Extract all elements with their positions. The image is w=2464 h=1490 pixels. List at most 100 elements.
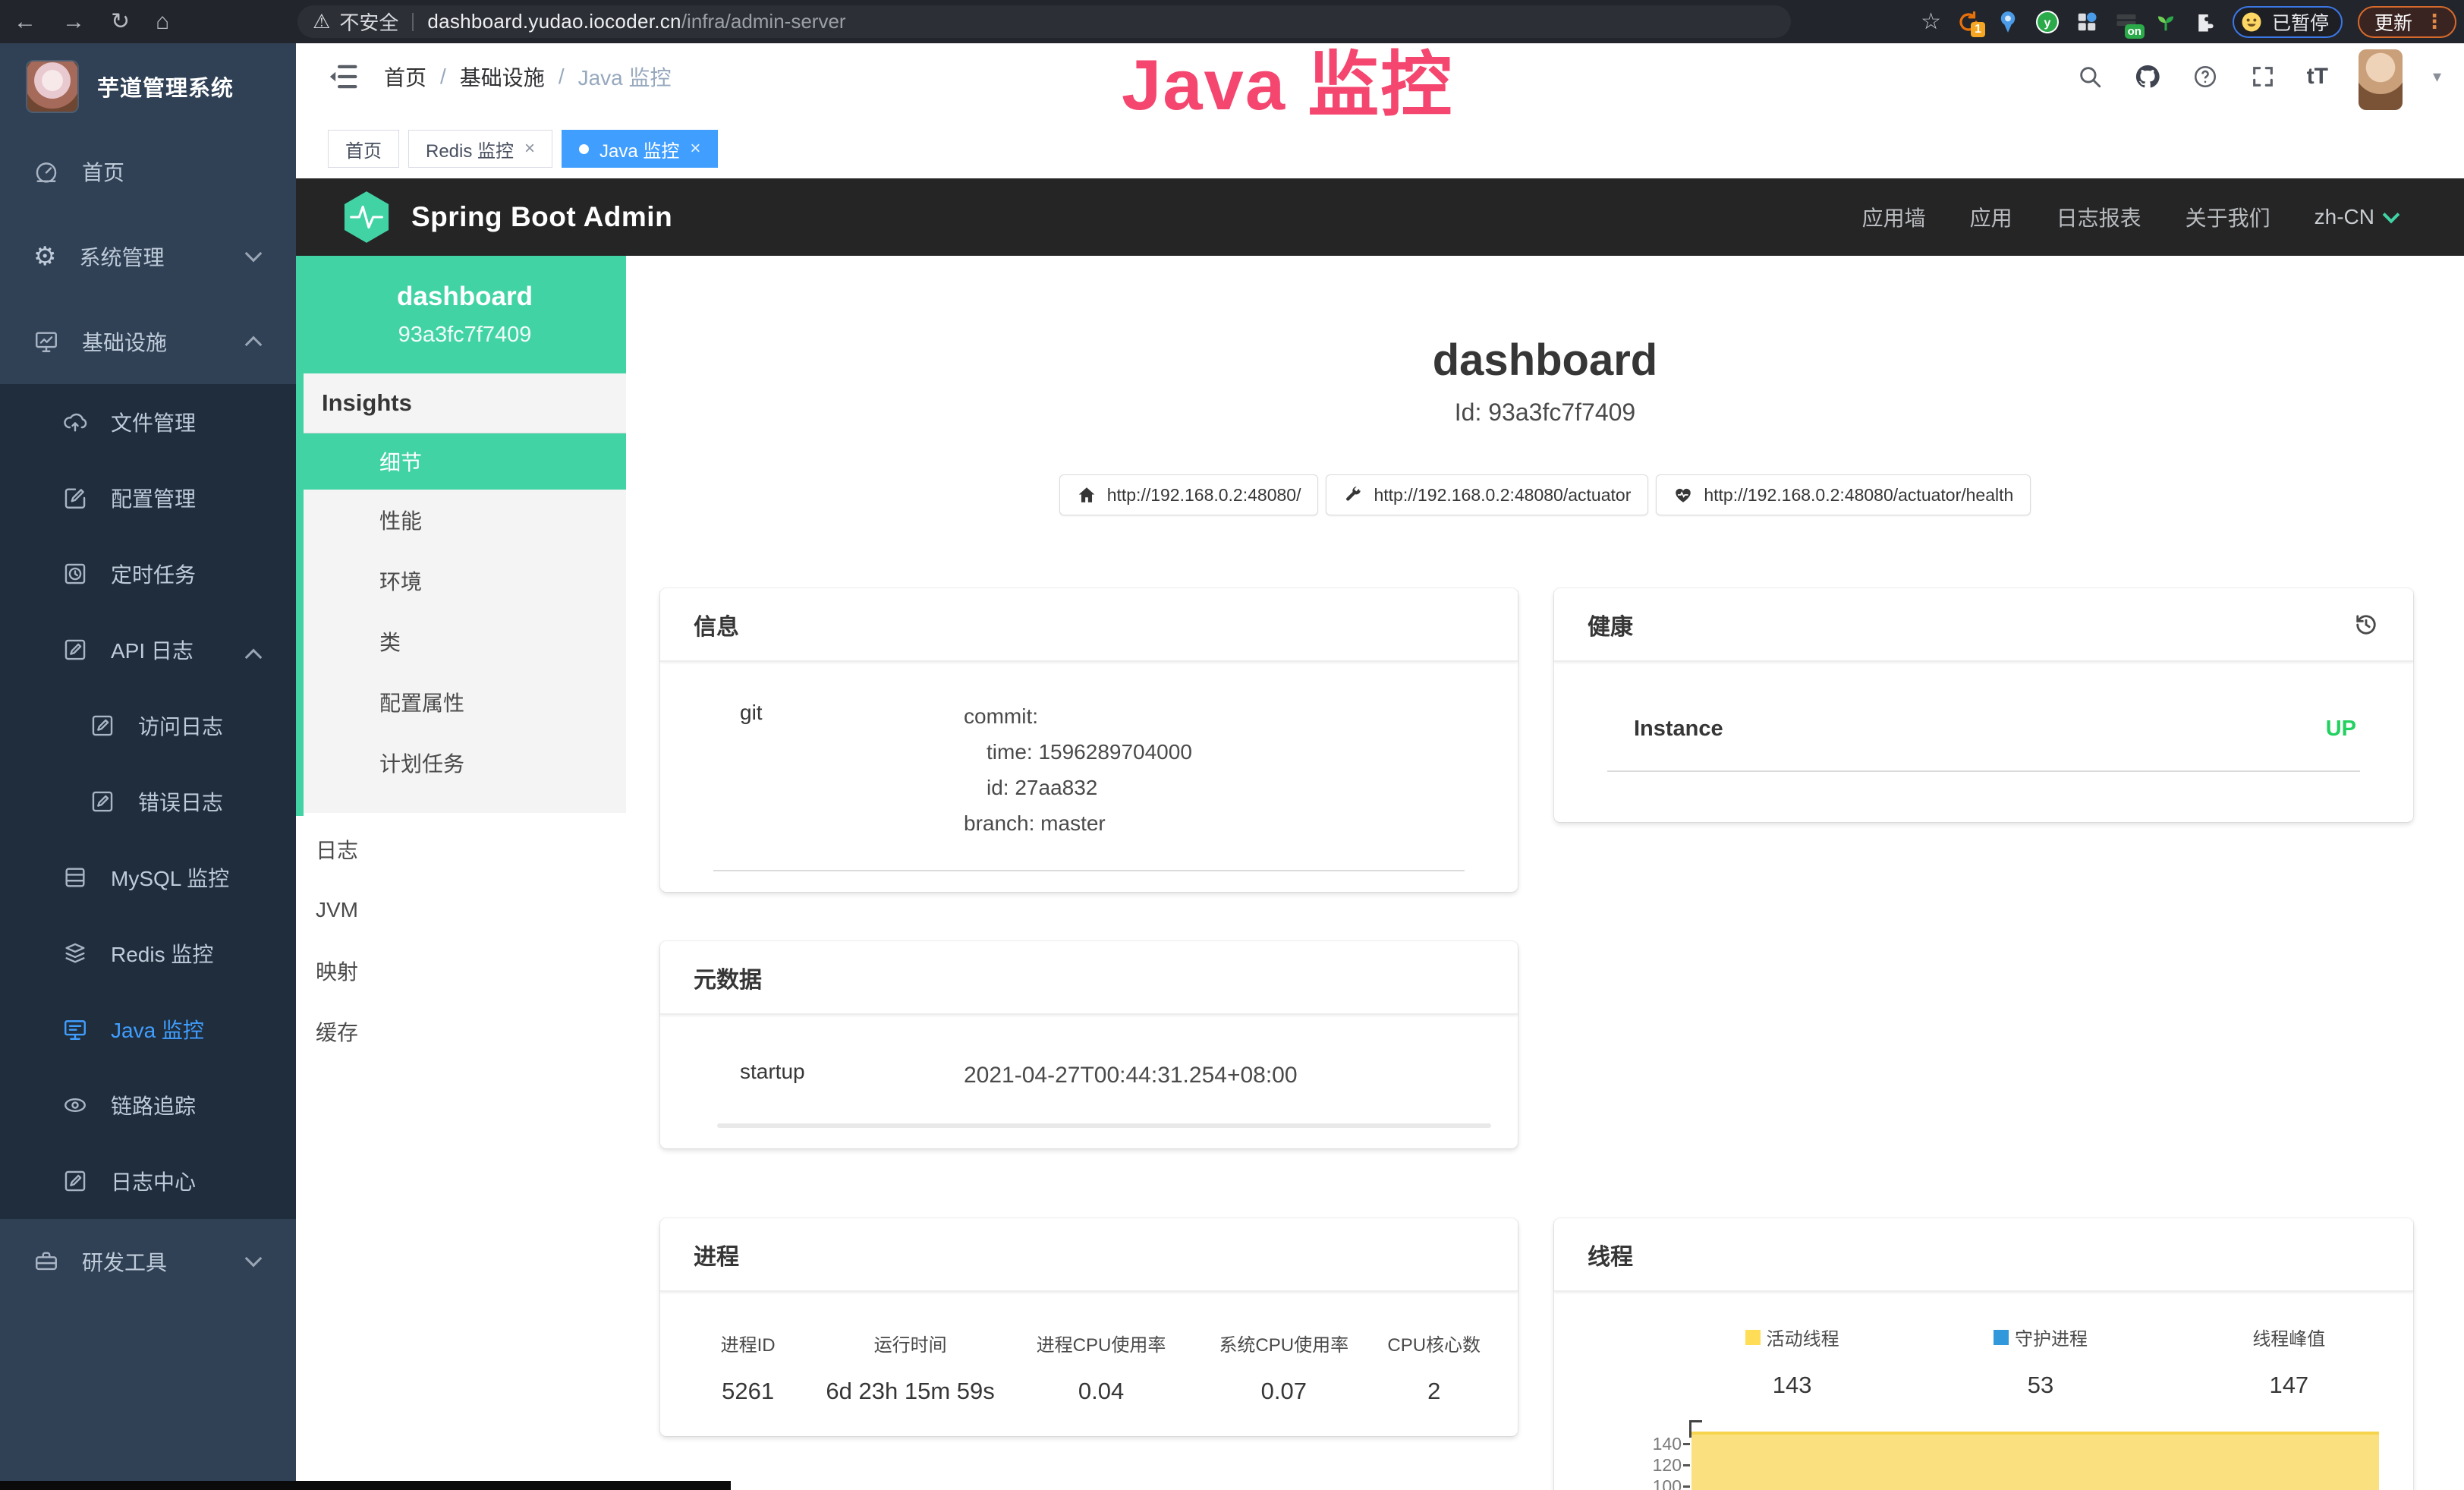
process-value: 6d 23h 15m 59s — [813, 1378, 1008, 1405]
sidebar-item-label: 错误日志 — [138, 786, 223, 817]
sba-logo-icon[interactable] — [343, 191, 390, 244]
back-icon[interactable]: ← — [14, 9, 36, 35]
health-url-button[interactable]: http://192.168.0.2:48080/actuator/health — [1656, 474, 2031, 515]
sidebar-item-redis-monitor[interactable]: Redis 监控 — [0, 915, 296, 991]
sidebar-item-label: API 日志 — [111, 635, 194, 665]
sidebar-item-file-manage[interactable]: 文件管理 — [0, 384, 296, 460]
app-sidebar: 芋道管理系统 首页 ⚙ 系统管理 基础设施 文件管理 配置管理 — [0, 43, 296, 1490]
address-bar[interactable]: ⚠ 不安全 dashboard.yudao.iocoder.cn /infra/… — [297, 5, 1791, 38]
instance-header[interactable]: dashboard 93a3fc7f7409 — [304, 256, 626, 373]
pin-extension-icon[interactable] — [1996, 10, 2020, 34]
search-icon[interactable] — [2076, 63, 2104, 90]
service-url-button[interactable]: http://192.168.0.2:48080/ — [1059, 474, 1319, 515]
sidebar-item-system[interactable]: ⚙ 系统管理 — [0, 214, 296, 299]
menu-item-classes[interactable]: 类 — [304, 611, 626, 672]
menu-item-metrics[interactable]: 性能 — [304, 490, 626, 550]
breadcrumb-home[interactable]: 首页 — [384, 61, 426, 92]
sidebar-item-mysql-monitor[interactable]: MySQL 监控 — [0, 840, 296, 915]
menu-item-jvm[interactable]: JVM — [296, 880, 626, 940]
history-icon[interactable] — [2352, 611, 2380, 638]
sprout-extension-icon[interactable] — [2154, 10, 2178, 34]
live-threads-area — [1691, 1432, 2379, 1490]
on-badge: on — [2125, 24, 2145, 39]
menu-item-logging[interactable]: 日志 — [296, 819, 626, 880]
threads-area-chart: 140 120 100 — [1554, 1417, 2413, 1490]
font-size-icon[interactable]: tT — [2307, 64, 2328, 90]
github-icon[interactable] — [2134, 63, 2161, 90]
browser-menu-icon[interactable]: ⋮ — [2425, 10, 2444, 33]
home-icon[interactable]: ⌂ — [156, 9, 169, 35]
fullscreen-icon[interactable] — [2249, 63, 2277, 90]
security-label[interactable]: 不安全 — [339, 8, 398, 36]
layers-icon — [62, 940, 88, 966]
tab-redis-monitor[interactable]: Redis 监控 × — [408, 130, 552, 168]
sidebar-item-api-logs[interactable]: API 日志 — [0, 612, 296, 688]
sidebar-item-tracing[interactable]: 链路追踪 — [0, 1067, 296, 1143]
menu-item-environment[interactable]: 环境 — [304, 550, 626, 611]
actuator-url: http://192.168.0.2:48080/actuator — [1374, 485, 1631, 506]
bookmark-star-icon[interactable]: ☆ — [1921, 8, 1941, 35]
tab-java-monitor[interactable]: Java 监控 × — [562, 130, 718, 168]
sba-brand[interactable]: Spring Boot Admin — [411, 201, 672, 233]
grid-extension-icon[interactable] — [2075, 10, 2099, 34]
update-button[interactable]: 更新 ⋮ — [2358, 6, 2456, 38]
refresh-extension-icon[interactable]: 1 — [1956, 10, 1981, 34]
actuator-url-button[interactable]: http://192.168.0.2:48080/actuator — [1326, 474, 1648, 515]
menu-item-scheduled-tasks[interactable]: 计划任务 — [304, 732, 626, 793]
y-tick: 120 — [1615, 1455, 1682, 1476]
sidebar-item-scheduled-jobs[interactable]: 定时任务 — [0, 536, 296, 612]
sba-nav-wallboard[interactable]: 应用墙 — [1862, 202, 1926, 232]
warning-icon: ⚠ — [313, 10, 330, 33]
forward-icon[interactable]: → — [62, 9, 85, 35]
divider — [1607, 770, 2360, 772]
instance-name: dashboard — [304, 282, 626, 312]
close-icon[interactable]: × — [524, 138, 535, 159]
sidebar-item-infra[interactable]: 基础设施 — [0, 299, 296, 384]
cloud-upload-icon — [62, 409, 88, 435]
menu-item-mappings[interactable]: 映射 — [296, 940, 626, 1001]
sba-nav-journal[interactable]: 日志报表 — [2056, 202, 2141, 232]
legend-value: 143 — [1668, 1372, 1916, 1399]
paused-extension-chip[interactable]: 已暂停 — [2233, 6, 2343, 38]
process-card: 进程 进程ID5261 运行时间6d 23h 15m 59s 进程CPU使用率0… — [660, 1218, 1518, 1436]
legend-swatch-daemon — [1994, 1330, 2009, 1345]
menu-item-config-props[interactable]: 配置属性 — [304, 672, 626, 732]
puzzle-extension-icon[interactable] — [2193, 10, 2217, 34]
help-icon[interactable] — [2192, 63, 2219, 90]
server-icon — [62, 865, 88, 890]
list-on-extension-icon[interactable]: on — [2114, 10, 2138, 34]
user-avatar[interactable] — [2359, 49, 2403, 110]
collapse-sidebar-icon[interactable] — [328, 63, 358, 90]
sidebar-item-label: 系统管理 — [79, 241, 164, 272]
app-logo-row[interactable]: 芋道管理系统 — [0, 43, 296, 129]
sba-nav-about[interactable]: 关于我们 — [2186, 202, 2270, 232]
tab-home[interactable]: 首页 — [328, 130, 399, 168]
tick-mark — [1683, 1464, 1690, 1466]
sba-nav-applications[interactable]: 应用 — [1970, 202, 2012, 232]
user-menu-caret-icon[interactable]: ▾ — [2433, 67, 2441, 87]
sidebar-item-label: Redis 监控 — [111, 938, 213, 969]
menu-item-details[interactable]: 细节 — [304, 433, 626, 490]
infra-submenu: 文件管理 配置管理 定时任务 API 日志 访问日志 错误日志 — [0, 384, 296, 1219]
health-card: 健康 Instance UP — [1554, 588, 2413, 822]
close-icon[interactable]: × — [690, 138, 700, 159]
sidebar-item-access-logs[interactable]: 访问日志 — [0, 688, 296, 764]
breadcrumb-infra[interactable]: 基础设施 — [460, 61, 545, 92]
heartbeat-icon — [1673, 485, 1693, 505]
sidebar-item-log-center[interactable]: 日志中心 — [0, 1143, 296, 1219]
sidebar-item-dev-tools[interactable]: 研发工具 — [0, 1219, 296, 1304]
sidebar-item-home[interactable]: 首页 — [0, 129, 296, 214]
locale-selector[interactable]: zh-CN — [2315, 205, 2397, 229]
process-col-header: 运行时间 — [813, 1330, 1008, 1356]
sidebar-item-config-manage[interactable]: 配置管理 — [0, 460, 296, 536]
menu-item-caches[interactable]: 缓存 — [296, 1001, 626, 1062]
sidebar-item-label: Java 监控 — [111, 1014, 204, 1044]
dashboard-icon — [33, 159, 59, 184]
reload-icon[interactable]: ↻ — [111, 8, 130, 35]
y-extension-icon[interactable]: y — [2035, 10, 2060, 34]
threads-card: 线程 活动线程 143 守护进程 53 线程峰值 147 140 120 100 — [1554, 1218, 2413, 1490]
legend-value: 147 — [2165, 1372, 2413, 1399]
process-col-header: 进程ID — [683, 1330, 813, 1356]
sidebar-item-error-logs[interactable]: 错误日志 — [0, 764, 296, 840]
sidebar-item-java-monitor[interactable]: Java 监控 — [0, 991, 296, 1067]
